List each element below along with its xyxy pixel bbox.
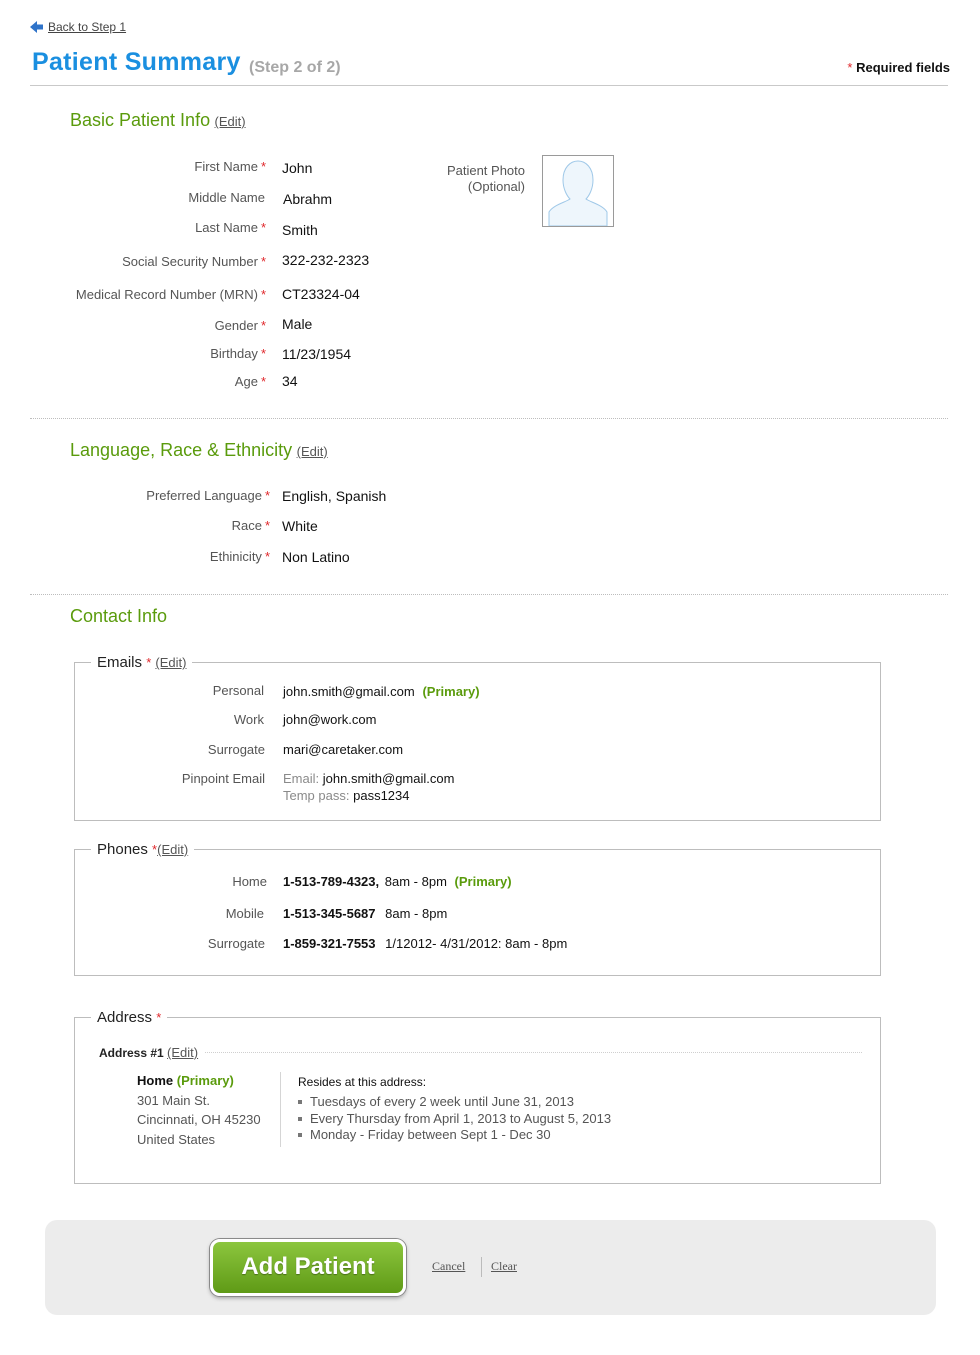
age-value: 34 bbox=[282, 373, 298, 389]
clear-link[interactable]: Clear bbox=[491, 1259, 517, 1274]
mobile-phone-label: Mobile bbox=[225, 906, 264, 921]
cancel-link[interactable]: Cancel bbox=[432, 1259, 465, 1274]
contact-heading: Contact Info bbox=[70, 606, 168, 626]
address-entry-title: Address #1 bbox=[99, 1046, 164, 1060]
work-email-label: Work bbox=[233, 712, 264, 727]
first-name-label: First Name * bbox=[194, 159, 266, 174]
basic-info-heading: Basic Patient Info bbox=[70, 110, 211, 130]
emails-edit-link[interactable]: (Edit) bbox=[155, 655, 186, 670]
ssn-label: Social Security Number * bbox=[122, 254, 266, 269]
home-phone-row: 1-513-789-4323, 8am - 8pm (Primary) bbox=[283, 874, 512, 889]
surrogate-phone-label: Surrogate bbox=[207, 936, 265, 951]
ssn-value: 322-232-2323 bbox=[282, 252, 370, 268]
bullet-icon bbox=[298, 1099, 302, 1104]
back-arrow-icon bbox=[30, 21, 43, 33]
language-edit-link[interactable]: (Edit) bbox=[297, 444, 328, 459]
pinpoint-email-label: Pinpoint Email bbox=[181, 771, 265, 786]
patient-photo-label: Patient Photo (Optional) bbox=[446, 163, 525, 194]
address-edit-link[interactable]: (Edit) bbox=[167, 1045, 198, 1060]
address-street: 301 Main St. bbox=[137, 1093, 210, 1108]
address-title-divider bbox=[205, 1052, 862, 1053]
surrogate-email-value: mari@caretaker.com bbox=[283, 742, 404, 757]
language-heading-row: Language, Race & Ethnicity (Edit) bbox=[70, 440, 328, 461]
gender-label: Gender * bbox=[214, 318, 266, 333]
phones-edit-link[interactable]: (Edit) bbox=[157, 842, 188, 857]
back-to-step-1-link[interactable]: Back to Step 1 bbox=[30, 20, 126, 34]
patient-photo-placeholder[interactable] bbox=[542, 155, 614, 227]
race-value: White bbox=[282, 518, 318, 534]
birthday-label: Birthday * bbox=[210, 346, 266, 361]
required-fields-note: * Required fields bbox=[847, 60, 950, 75]
surrogate-phone-hours: 1/12012- 4/31/2012: 8am - 8pm bbox=[385, 936, 568, 951]
schedule-item: Monday - Friday between Sept 1 - Dec 30 bbox=[298, 1127, 551, 1142]
last-name-value: Smith bbox=[282, 222, 318, 238]
home-phone-label: Home bbox=[232, 874, 267, 889]
primary-badge: (Primary) bbox=[176, 1073, 234, 1088]
preferred-language-value: English, Spanish bbox=[282, 488, 387, 504]
basic-info-heading-row: Basic Patient Info (Edit) bbox=[70, 110, 246, 131]
step-indicator: (Step 2 of 2) bbox=[249, 59, 341, 76]
middle-name-label: Middle Name bbox=[188, 190, 265, 205]
race-label: Race * bbox=[231, 518, 270, 533]
mobile-phone-hours: 8am - 8pm bbox=[385, 906, 448, 921]
mrn-value: CT23324-04 bbox=[282, 286, 360, 302]
schedule-item: Tuesdays of every 2 week until June 31, … bbox=[298, 1094, 574, 1109]
address-country: United States bbox=[137, 1132, 216, 1147]
ethnicity-value: Non Latino bbox=[282, 549, 350, 565]
primary-badge: (Primary) bbox=[422, 684, 480, 699]
birthday-value: 11/23/1954 bbox=[282, 346, 352, 362]
ethnicity-label: Ethinicity * bbox=[209, 549, 270, 564]
temp-pass-value: pass1234 bbox=[353, 788, 410, 803]
pinpoint-email-row: Email: john.smith@gmail.com bbox=[283, 771, 454, 786]
schedule-item: Every Thursday from April 1, 2013 to Aug… bbox=[298, 1111, 611, 1126]
address-city: Cincinnati, OH 45230 bbox=[137, 1112, 261, 1127]
add-patient-button[interactable]: Add Patient bbox=[210, 1239, 406, 1296]
back-link-label[interactable]: Back to Step 1 bbox=[48, 20, 126, 34]
address-column-divider bbox=[280, 1072, 281, 1147]
mobile-phone-row: 1-513-345-5687 8am - 8pm bbox=[283, 906, 447, 921]
header-divider bbox=[30, 85, 948, 86]
bullet-icon bbox=[298, 1132, 302, 1137]
age-label: Age * bbox=[234, 374, 266, 389]
section-divider-2 bbox=[30, 594, 948, 595]
pinpoint-email-value: john.smith@gmail.com bbox=[322, 771, 455, 786]
phones-legend: Phones *(Edit) bbox=[91, 841, 195, 858]
surrogate-phone-row: 1-859-321-7553 1/12012- 4/31/2012: 8am -… bbox=[283, 936, 567, 951]
address-type: Home bbox=[137, 1073, 174, 1088]
phones-box bbox=[74, 849, 881, 976]
language-heading: Language, Race & Ethnicity bbox=[70, 440, 293, 460]
pinpoint-email-caption: Email: bbox=[283, 771, 320, 786]
home-phone-number: 1-513-789-4323, bbox=[283, 874, 380, 889]
middle-name-value: Abrahm bbox=[283, 191, 333, 207]
address-type-row: Home (Primary) bbox=[137, 1073, 234, 1088]
page-title: Patient Summary bbox=[32, 48, 241, 76]
surrogate-phone-number: 1-859-321-7553 bbox=[283, 936, 376, 951]
personal-email-row: john.smith@gmail.com (Primary) bbox=[283, 683, 480, 699]
footer-link-divider bbox=[481, 1257, 482, 1277]
mobile-phone-number: 1-513-345-5687 bbox=[283, 906, 376, 921]
avatar-silhouette-icon bbox=[548, 160, 608, 227]
resides-heading: Resides at this address: bbox=[298, 1075, 427, 1089]
home-phone-hours: 8am - 8pm bbox=[384, 874, 447, 889]
preferred-language-label: Preferred Language * bbox=[146, 488, 270, 503]
last-name-label: Last Name * bbox=[195, 220, 266, 235]
section-divider-1 bbox=[30, 418, 948, 419]
primary-badge: (Primary) bbox=[454, 874, 512, 889]
emails-legend: Emails * (Edit) bbox=[91, 654, 193, 671]
first-name-value: John bbox=[282, 160, 313, 176]
gender-value: Male bbox=[282, 316, 313, 332]
basic-info-edit-link[interactable]: (Edit) bbox=[215, 114, 246, 129]
temp-pass-row: Temp pass: pass1234 bbox=[283, 788, 410, 803]
personal-email-value: john.smith@gmail.com bbox=[283, 684, 415, 699]
bullet-icon bbox=[298, 1116, 302, 1121]
temp-pass-caption: Temp pass: bbox=[283, 788, 350, 803]
surrogate-email-label: Surrogate bbox=[207, 742, 265, 757]
personal-email-label: Personal bbox=[212, 683, 264, 698]
work-email-value: john@work.com bbox=[283, 712, 377, 727]
mrn-label: Medical Record Number (MRN) * bbox=[75, 287, 266, 302]
address-legend: Address * bbox=[91, 1009, 168, 1026]
address-entry-title-row: Address #1 (Edit) bbox=[99, 1045, 198, 1060]
